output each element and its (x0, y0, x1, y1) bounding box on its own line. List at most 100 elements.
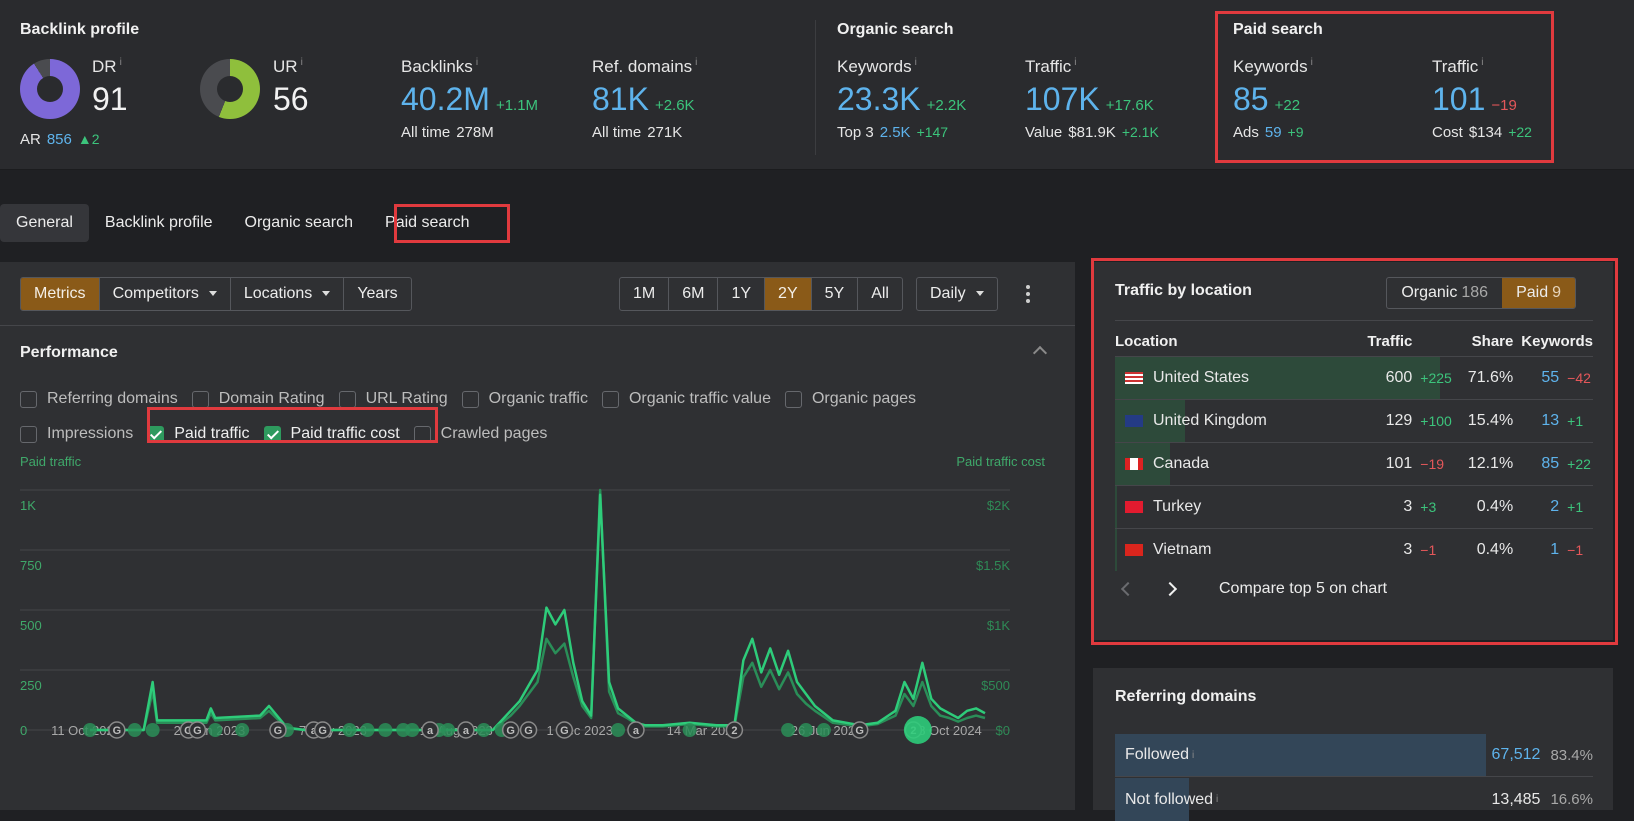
not-followed-row[interactable]: Not followed i 13,485 16.6% (1115, 778, 1593, 821)
checkbox-label: Crawled pages (440, 425, 548, 442)
backlinks-metric[interactable]: Backlinks i 40.2M +1.1M All time 278M (401, 57, 538, 141)
followed-row[interactable]: Followed i 67,512 83.4% (1115, 734, 1593, 777)
checkbox-organic-traffic[interactable]: Organic traffic (461, 390, 588, 408)
tab-paid-search[interactable]: Paid search (369, 204, 486, 242)
keywords-value[interactable]: 1 (1513, 541, 1559, 559)
checkbox-crawled-pages[interactable]: Crawled pages (413, 425, 548, 443)
series-line-paid-traffic (90, 493, 986, 732)
paid-search-title: Paid search (1233, 21, 1323, 38)
organic-keywords-metric[interactable]: Keywords i 23.3K +2.2K Top 3 2.5K +147 (837, 57, 966, 141)
country-name: Turkey (1153, 498, 1202, 515)
info-icon[interactable]: i (1481, 57, 1483, 68)
location-cell[interactable]: United States (1115, 369, 1331, 387)
organic-traffic-metric[interactable]: Traffic i 107K +17.6K Value $81.9K +2.1K (1025, 57, 1159, 141)
info-icon[interactable]: i (1216, 794, 1218, 805)
info-icon[interactable]: i (476, 57, 478, 68)
location-cell[interactable]: United Kingdom (1115, 412, 1331, 430)
table-row[interactable]: Turkey 3 +3 0.4% 2 +1 (1115, 485, 1593, 528)
info-icon[interactable]: i (301, 57, 303, 68)
checkbox-organic-traffic-value[interactable]: Organic traffic value (601, 390, 771, 408)
top3-delta: +147 (916, 124, 949, 140)
range-2y-button[interactable]: 2Y (765, 278, 812, 310)
competitors-label: Competitors (112, 285, 199, 302)
keywords-value[interactable]: 55 (1513, 369, 1559, 387)
info-icon[interactable]: i (915, 57, 917, 68)
annotation-label: 2 (731, 725, 737, 737)
paid-traffic-label: Traffic (1432, 57, 1479, 76)
compare-top5-link[interactable]: Compare top 5 on chart (1219, 580, 1387, 598)
not-followed-value[interactable]: 13,485 (1492, 791, 1541, 809)
keywords-value[interactable]: 2 (1513, 498, 1559, 516)
tab-general[interactable]: General (0, 204, 89, 242)
info-icon[interactable]: i (695, 57, 697, 68)
table-row[interactable]: Vietnam 3 −1 0.4% 1 −1 (1115, 528, 1593, 571)
table-row[interactable]: Canada 101 −19 12.1% 85 +22 (1115, 442, 1593, 485)
range-1m-button[interactable]: 1M (620, 278, 670, 310)
paid-keywords-value: 85 (1233, 81, 1269, 117)
years-button[interactable]: Years (344, 278, 410, 310)
info-icon[interactable]: i (120, 57, 122, 68)
y-tick-label: 0 (20, 723, 27, 738)
checkbox-impressions[interactable]: Impressions (20, 425, 133, 443)
interval-dropdown[interactable]: Daily (916, 277, 998, 311)
y2-tick-label: $500 (981, 678, 1010, 693)
checkbox-icon (461, 390, 479, 408)
next-page-icon[interactable] (1162, 581, 1178, 597)
column-share[interactable]: Share (1456, 333, 1514, 350)
info-icon[interactable]: i (1311, 57, 1313, 68)
traffic-value: 129 (1385, 412, 1413, 429)
checkbox-paid-traffic[interactable]: Paid traffic (147, 425, 250, 443)
checkbox-referring-domains[interactable]: Referring domains (20, 390, 178, 408)
location-cell[interactable]: Turkey (1115, 498, 1331, 516)
range-all-button[interactable]: All (858, 278, 902, 310)
table-row[interactable]: United States 600 +225 71.6% 55 −42 (1115, 356, 1593, 399)
paid-keywords-metric[interactable]: Keywords i 85 +22 Ads 59 +9 (1233, 57, 1313, 141)
competitors-dropdown[interactable]: Competitors (100, 278, 231, 310)
checkbox-paid-traffic-cost[interactable]: Paid traffic cost (263, 425, 400, 443)
range-5y-button[interactable]: 5Y (812, 278, 859, 310)
chart-canvas[interactable]: 0 $0250 $500500 $1K750 $1.5K1K $2K11 Oct 2022… (0, 442, 1075, 810)
traffic-value: 101 (1385, 455, 1413, 472)
column-traffic[interactable]: Traffic (1331, 333, 1412, 350)
keywords-delta: −42 (1567, 370, 1591, 386)
event-dot (342, 723, 357, 737)
info-icon[interactable]: i (1074, 57, 1076, 68)
checkbox-domain-rating[interactable]: Domain Rating (191, 390, 325, 408)
ref-domains-metric[interactable]: Ref. domains i 81K +2.6K All time 271K (592, 57, 697, 141)
dr-value: 91 (92, 81, 128, 117)
prev-page-icon[interactable] (1120, 581, 1136, 597)
traffic-value: 600 (1385, 369, 1413, 386)
column-keywords[interactable]: Keywords (1513, 333, 1593, 350)
traffic-by-location-panel: Traffic by location Organic 186 Paid 9 Loc… (1093, 262, 1613, 640)
chevron-up-icon[interactable] (1032, 345, 1048, 361)
followed-value[interactable]: 67,512 (1492, 746, 1541, 764)
table-footer: Compare top 5 on chart (1115, 580, 1387, 598)
keywords-value[interactable]: 13 (1513, 412, 1559, 430)
column-location[interactable]: Location (1115, 333, 1331, 350)
location-cell[interactable]: Vietnam (1115, 541, 1331, 559)
paid-traffic-metric[interactable]: Traffic i 101 −19 Cost $134 +22 (1432, 57, 1532, 141)
ur-metric[interactable]: UR i 56 (273, 57, 309, 118)
location-cell[interactable]: Canada (1115, 455, 1331, 473)
organic-keywords-delta: +2.2K (926, 97, 967, 114)
keywords-value[interactable]: 85 (1513, 455, 1559, 473)
metrics-button[interactable]: Metrics (21, 278, 100, 310)
checkbox-label: URL Rating (365, 390, 448, 407)
table-row[interactable]: United Kingdom 129 +100 15.4% 13 +1 (1115, 399, 1593, 442)
performance-chart[interactable]: Paid traffic Paid traffic cost 0 $0 250 $50… (0, 442, 1075, 810)
locations-dropdown[interactable]: Locations (231, 278, 345, 310)
range-1y-button[interactable]: 1Y (718, 278, 766, 310)
range-6m-button[interactable]: 6M (669, 278, 719, 310)
dr-metric[interactable]: DR i 91 (92, 57, 128, 118)
ref-domains-delta: +2.6K (654, 97, 695, 114)
ar-value: 856 (46, 131, 72, 148)
info-icon[interactable]: i (1192, 750, 1194, 761)
keywords-delta: +22 (1567, 456, 1591, 472)
tab-organic-search[interactable]: Organic search (229, 204, 370, 242)
kebab-menu-icon[interactable] (1025, 285, 1031, 303)
checkbox-url-rating[interactable]: URL Rating (338, 390, 448, 408)
paid-toggle-button[interactable]: Paid 9 (1502, 278, 1575, 308)
checkbox-organic-pages[interactable]: Organic pages (784, 390, 916, 408)
organic-toggle-button[interactable]: Organic 186 (1387, 278, 1502, 308)
tab-backlink-profile[interactable]: Backlink profile (89, 204, 229, 242)
